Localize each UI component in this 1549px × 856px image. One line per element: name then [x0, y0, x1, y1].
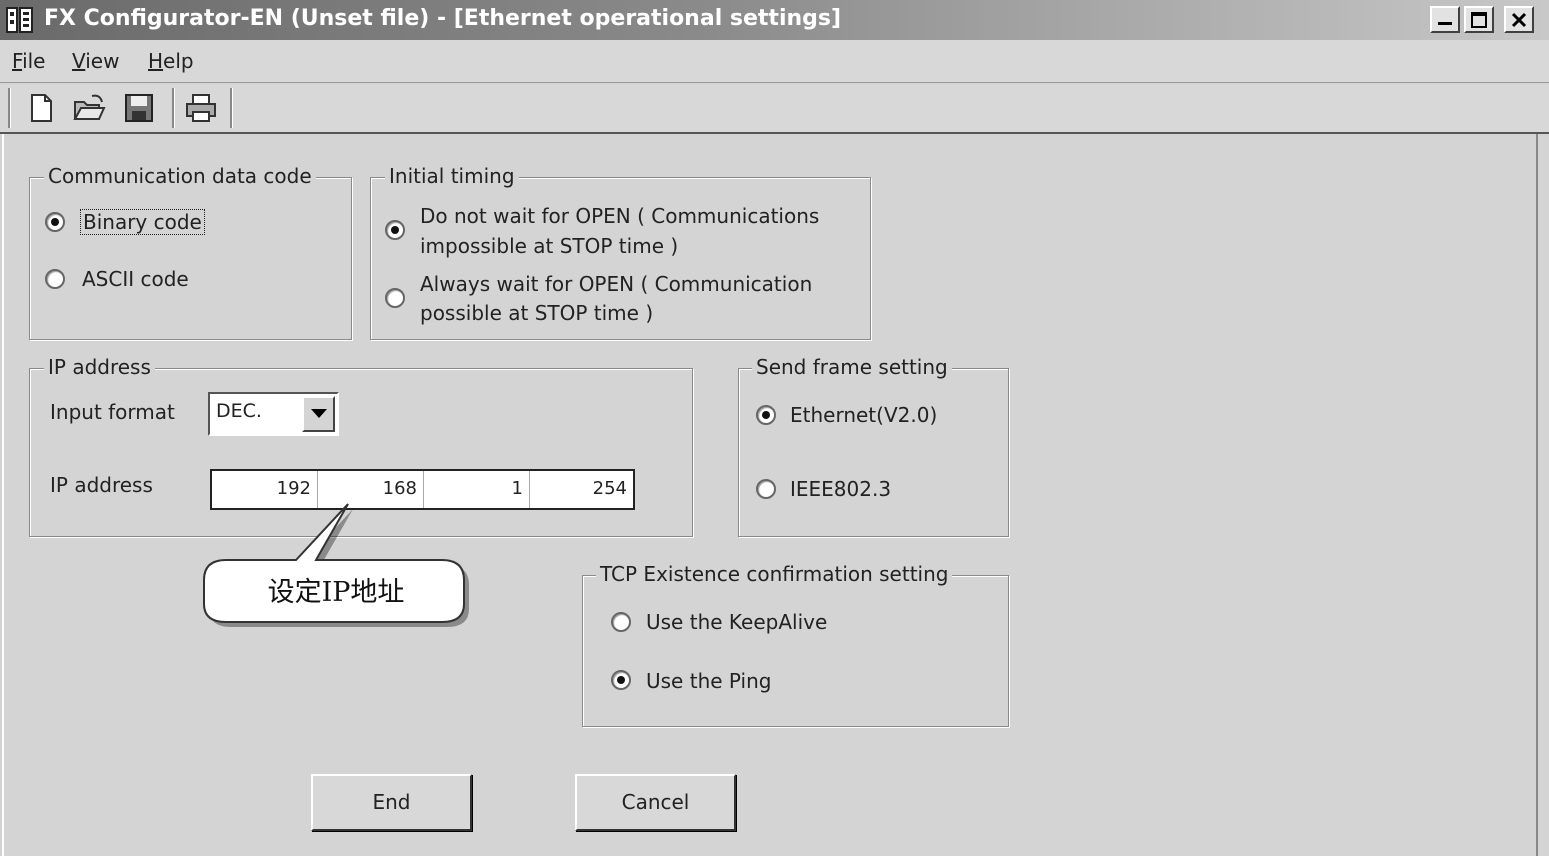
binary-code-radio[interactable] — [45, 212, 65, 232]
ethernet-v2-radio[interactable] — [756, 405, 776, 425]
toolbar — [0, 84, 1549, 134]
input-format-select[interactable]: DEC. — [208, 392, 339, 436]
cancel-button[interactable]: Cancel — [575, 774, 736, 831]
menu-view[interactable]: View — [72, 49, 119, 73]
ip-address-label: IP address — [50, 473, 153, 497]
binary-code-label[interactable]: Binary code — [80, 209, 205, 235]
minimize-icon — [1438, 22, 1452, 25]
ieee8023-label[interactable]: IEEE802.3 — [790, 474, 891, 504]
ethernet-v2-label[interactable]: Ethernet(V2.0) — [790, 400, 937, 430]
close-icon — [1511, 12, 1527, 28]
always-wait-open-radio[interactable] — [385, 288, 405, 308]
always-wait-open-label-line1[interactable]: Always wait for OPEN ( Communication — [420, 269, 812, 299]
minimize-button[interactable] — [1430, 6, 1460, 33]
toolbar-separator — [172, 88, 175, 128]
menu-bar: File View Help — [0, 40, 1549, 83]
tcp-confirmation-legend: TCP Existence confirmation setting — [596, 562, 953, 586]
chevron-down-icon — [311, 409, 327, 418]
save-disk-icon[interactable] — [122, 92, 156, 124]
ping-radio[interactable] — [611, 670, 631, 690]
keepalive-radio[interactable] — [611, 612, 631, 632]
send-frame-group — [738, 368, 1009, 537]
callout-bubble — [203, 503, 469, 627]
tcp-confirmation-group — [582, 575, 1009, 727]
maximize-icon — [1471, 12, 1487, 28]
comm-code-legend: Communication data code — [44, 164, 316, 188]
comm-code-group — [29, 177, 352, 340]
ping-label[interactable]: Use the Ping — [646, 666, 771, 696]
input-format-value: DEC. — [216, 400, 262, 422]
always-wait-open-label-line2[interactable]: possible at STOP time ) — [420, 298, 653, 328]
initial-timing-legend: Initial timing — [385, 164, 519, 188]
app-icon — [6, 7, 33, 33]
toolbar-separator — [230, 88, 233, 128]
send-frame-legend: Send frame setting — [752, 355, 952, 379]
keepalive-label[interactable]: Use the KeepAlive — [646, 607, 827, 637]
no-wait-open-radio[interactable] — [385, 220, 405, 240]
menu-help[interactable]: Help — [148, 49, 194, 73]
ascii-code-label[interactable]: ASCII code — [82, 264, 189, 294]
toolbar-separator — [8, 88, 11, 128]
maximize-button[interactable] — [1464, 6, 1494, 33]
no-wait-open-label-line1[interactable]: Do not wait for OPEN ( Communications — [420, 201, 819, 231]
callout-text: 设定IP地址 — [267, 577, 405, 608]
input-format-dropdown-button[interactable] — [302, 396, 335, 432]
window-title: FX Configurator-EN (Unset file) - [Ether… — [44, 6, 842, 31]
close-button[interactable] — [1504, 6, 1534, 33]
input-format-label: Input format — [50, 400, 175, 424]
end-button[interactable]: End — [311, 774, 472, 831]
ip-address-legend: IP address — [44, 355, 155, 379]
ip-octet-4[interactable]: 254 — [530, 471, 633, 508]
open-folder-icon[interactable] — [72, 92, 106, 124]
title-bar: FX Configurator-EN (Unset file) - [Ether… — [0, 0, 1549, 40]
ascii-code-radio[interactable] — [45, 269, 65, 289]
no-wait-open-label-line2[interactable]: impossible at STOP time ) — [420, 231, 678, 261]
menu-file[interactable]: File — [12, 49, 45, 73]
print-icon[interactable] — [184, 92, 218, 124]
new-file-icon[interactable] — [24, 92, 58, 124]
ieee8023-radio[interactable] — [756, 479, 776, 499]
